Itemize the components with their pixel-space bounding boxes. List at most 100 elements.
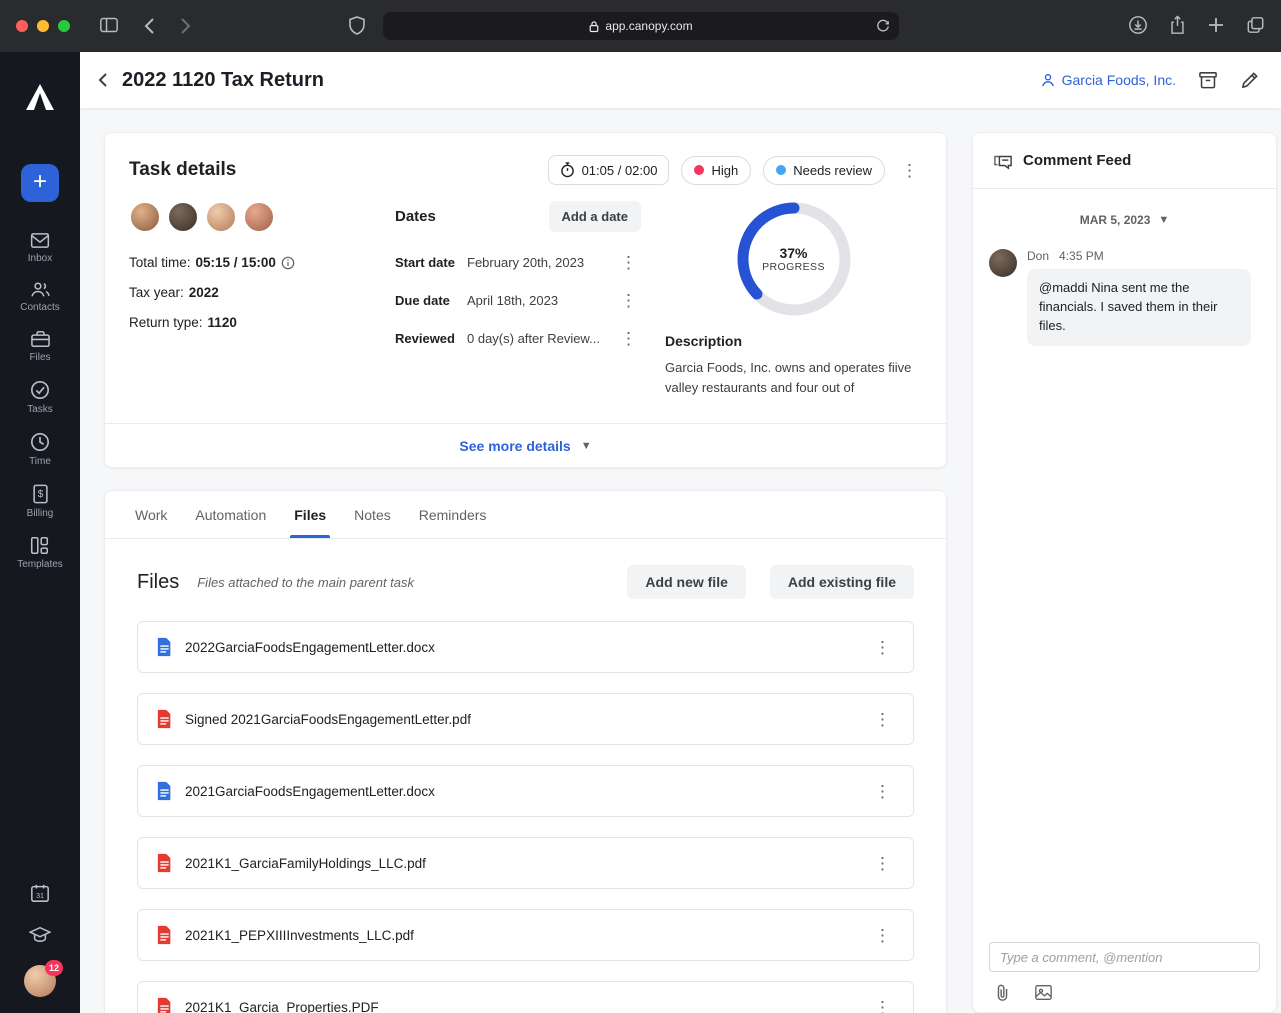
file-menu-icon[interactable]: ⋮ — [870, 709, 895, 730]
share-icon[interactable] — [1169, 15, 1186, 35]
global-add-button[interactable]: + — [21, 164, 59, 202]
clock-icon — [30, 432, 50, 452]
file-name[interactable]: 2021K1_GarciaFamilyHoldings_LLC.pdf — [185, 856, 870, 871]
sidebar-item-billing[interactable]: $ Billing — [27, 484, 54, 519]
date-row-menu-icon[interactable]: ⋮ — [616, 252, 641, 273]
comment-item: Don 4:35 PM @maddi Nina sent me the fina… — [973, 227, 1276, 346]
priority-pill[interactable]: High — [681, 156, 751, 185]
education-cap-icon[interactable] — [29, 925, 51, 943]
task-more-menu-icon[interactable]: ⋮ — [897, 160, 922, 181]
back-nav-icon[interactable] — [144, 17, 155, 35]
files-section-subtitle: Files attached to the main parent task — [197, 575, 414, 590]
zoom-window-button[interactable] — [58, 20, 70, 32]
close-window-button[interactable] — [16, 20, 28, 32]
tab-overview-icon[interactable] — [1246, 16, 1265, 34]
assignee-avatar[interactable] — [243, 201, 275, 233]
refresh-icon[interactable] — [876, 18, 890, 34]
file-menu-icon[interactable]: ⋮ — [870, 925, 895, 946]
file-menu-icon[interactable]: ⋮ — [870, 997, 895, 1013]
add-existing-file-button[interactable]: Add existing file — [770, 565, 914, 599]
file-row[interactable]: 2021K1_PEPXIIIInvestments_LLC.pdf ⋮ — [137, 909, 914, 961]
sidebar-item-files[interactable]: Files — [29, 330, 50, 363]
svg-text:31: 31 — [36, 891, 44, 900]
add-date-button[interactable]: Add a date — [549, 201, 641, 232]
comment-date-group[interactable]: MAR 5, 2023 ▼ — [973, 213, 1276, 227]
new-tab-icon[interactable] — [1207, 16, 1225, 34]
file-row[interactable]: Signed 2021GarciaFoodsEngagementLetter.p… — [137, 693, 914, 745]
file-row[interactable]: 2021GarciaFoodsEngagementLetter.docx ⋮ — [137, 765, 914, 817]
assignee-avatar[interactable] — [167, 201, 199, 233]
contacts-icon — [30, 281, 51, 298]
total-time-line: Total time: 05:15 / 15:00 — [129, 255, 395, 270]
sidebar-item-time[interactable]: Time — [29, 432, 51, 467]
comment-author: Don — [1027, 249, 1049, 263]
tab-files[interactable]: Files — [280, 491, 340, 538]
edit-pencil-icon[interactable] — [1240, 71, 1259, 90]
file-row[interactable]: 2022GarciaFoodsEngagementLetter.docx ⋮ — [137, 621, 914, 673]
client-link[interactable]: Garcia Foods, Inc. — [1040, 72, 1176, 88]
see-more-details[interactable]: See more details ▼ — [105, 423, 946, 467]
sidebar-item-label: Contacts — [20, 302, 59, 313]
comment-date-label: MAR 5, 2023 — [1080, 213, 1151, 227]
forward-nav-icon[interactable] — [180, 17, 191, 35]
minimize-window-button[interactable] — [37, 20, 49, 32]
docx-file-icon — [156, 781, 173, 801]
comment-author-avatar[interactable] — [989, 249, 1017, 277]
info-icon[interactable] — [281, 256, 295, 270]
add-new-file-button[interactable]: Add new file — [627, 565, 745, 599]
page-title: 2022 1120 Tax Return — [122, 69, 324, 92]
calendar-icon[interactable]: 31 — [30, 883, 50, 903]
attach-paperclip-icon[interactable] — [995, 984, 1010, 1002]
file-name[interactable]: Signed 2021GarciaFoodsEngagementLetter.p… — [185, 712, 870, 727]
user-avatar[interactable]: 12 — [24, 965, 56, 997]
file-row[interactable]: 2021K1_Garcia_Properties.PDF ⋮ — [137, 981, 914, 1013]
priority-dot — [694, 165, 704, 175]
file-menu-icon[interactable]: ⋮ — [870, 853, 895, 874]
file-name[interactable]: 2021K1_PEPXIIIInvestments_LLC.pdf — [185, 928, 870, 943]
sidebar-item-inbox[interactable]: Inbox — [28, 232, 52, 264]
tab-notes[interactable]: Notes — [340, 491, 405, 538]
file-name[interactable]: 2021K1_Garcia_Properties.PDF — [185, 1000, 870, 1013]
notification-badge: 12 — [45, 960, 63, 976]
file-name[interactable]: 2022GarciaFoodsEngagementLetter.docx — [185, 640, 870, 655]
address-bar[interactable]: app.canopy.com — [383, 12, 899, 40]
tab-reminders[interactable]: Reminders — [405, 491, 501, 538]
assignee-avatar[interactable] — [205, 201, 237, 233]
sidebar-item-templates[interactable]: Templates — [17, 536, 63, 570]
date-row-menu-icon[interactable]: ⋮ — [616, 290, 641, 311]
pdf-file-icon — [156, 709, 173, 729]
tab-work[interactable]: Work — [121, 491, 181, 538]
privacy-shield-icon[interactable] — [349, 16, 365, 35]
downloads-icon[interactable] — [1128, 15, 1148, 35]
file-menu-icon[interactable]: ⋮ — [870, 781, 895, 802]
comment-feed-icon — [993, 152, 1013, 170]
sidebar-toggle-icon[interactable] — [99, 16, 119, 34]
see-more-link[interactable]: See more details — [459, 438, 570, 454]
person-icon — [1040, 72, 1056, 88]
date-row-reviewed: Reviewed 0 day(s) after Review... ⋮ — [395, 328, 641, 349]
task-details-title: Task details — [129, 159, 236, 181]
insert-image-icon[interactable] — [1034, 984, 1053, 1002]
lock-icon — [589, 20, 599, 33]
sidebar-item-tasks[interactable]: Tasks — [27, 380, 53, 415]
file-row[interactable]: 2021K1_GarciaFamilyHoldings_LLC.pdf ⋮ — [137, 837, 914, 889]
client-name: Garcia Foods, Inc. — [1062, 72, 1176, 88]
canopy-logo[interactable] — [24, 82, 56, 112]
pdf-file-icon — [156, 853, 173, 873]
date-row-menu-icon[interactable]: ⋮ — [616, 328, 641, 349]
file-menu-icon[interactable]: ⋮ — [870, 637, 895, 658]
assignee-avatar[interactable] — [129, 201, 161, 233]
timer-button[interactable]: 01:05 / 02:00 — [548, 155, 670, 185]
tab-automation[interactable]: Automation — [181, 491, 280, 538]
file-name[interactable]: 2021GarciaFoodsEngagementLetter.docx — [185, 784, 870, 799]
docx-file-icon — [156, 637, 173, 657]
back-button[interactable] — [98, 72, 108, 88]
archive-icon[interactable] — [1198, 71, 1218, 89]
status-pill[interactable]: Needs review — [763, 156, 885, 185]
date-label: Due date — [395, 293, 467, 308]
sidebar-item-contacts[interactable]: Contacts — [20, 281, 59, 313]
main-content: Task details 01:05 / 02:00 High Needs re… — [80, 108, 1281, 1013]
assignee-avatars[interactable] — [129, 201, 395, 233]
window-controls[interactable] — [16, 20, 70, 32]
comment-input[interactable] — [989, 942, 1260, 972]
